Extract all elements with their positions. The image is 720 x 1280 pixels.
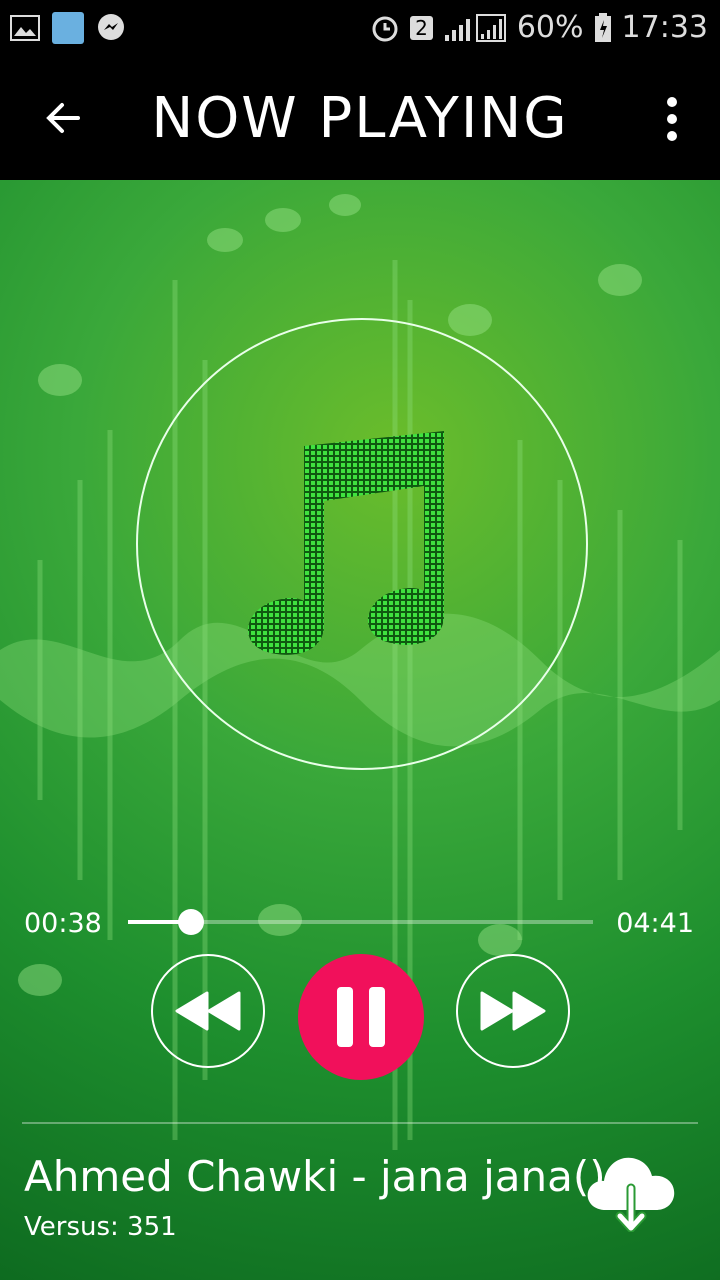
track-versus: Versus: 351 bbox=[24, 1212, 177, 1242]
messenger-icon bbox=[98, 14, 124, 40]
fast-forward-button[interactable] bbox=[456, 954, 570, 1068]
divider bbox=[22, 1122, 698, 1124]
status-bar: 2 60% 17:33 bbox=[0, 0, 720, 58]
alarm-icon bbox=[372, 16, 398, 41]
cloud-download-icon[interactable] bbox=[584, 1148, 678, 1232]
avatar bbox=[52, 12, 84, 44]
elapsed-time: 00:38 bbox=[24, 908, 102, 939]
sim-badge: 2 bbox=[410, 15, 433, 40]
music-note-icon bbox=[247, 431, 444, 655]
pause-icon bbox=[337, 987, 385, 1047]
pause-button[interactable] bbox=[298, 954, 424, 1080]
track-title: Ahmed Chawki - jana jana() bbox=[24, 1152, 606, 1201]
signal-icon bbox=[444, 13, 506, 42]
battery-icon bbox=[594, 12, 611, 42]
clock: 17:33 bbox=[621, 10, 708, 45]
rewind-icon bbox=[175, 991, 241, 1031]
fast-forward-icon bbox=[480, 991, 546, 1031]
rewind-button[interactable] bbox=[151, 954, 265, 1068]
page-title: NOW PLAYING bbox=[151, 86, 569, 151]
app-bar: NOW PLAYING bbox=[0, 58, 720, 180]
seek-bar[interactable] bbox=[128, 909, 593, 935]
more-vert-icon[interactable] bbox=[660, 94, 684, 144]
player-area: 00:38 04:41 Ahmed Chawki - jana jana() V… bbox=[0, 180, 720, 1280]
duration-time: 04:41 bbox=[616, 908, 694, 939]
seek-thumb[interactable] bbox=[177, 909, 204, 935]
image-icon bbox=[10, 15, 40, 41]
battery-percent: 60% bbox=[516, 10, 584, 45]
